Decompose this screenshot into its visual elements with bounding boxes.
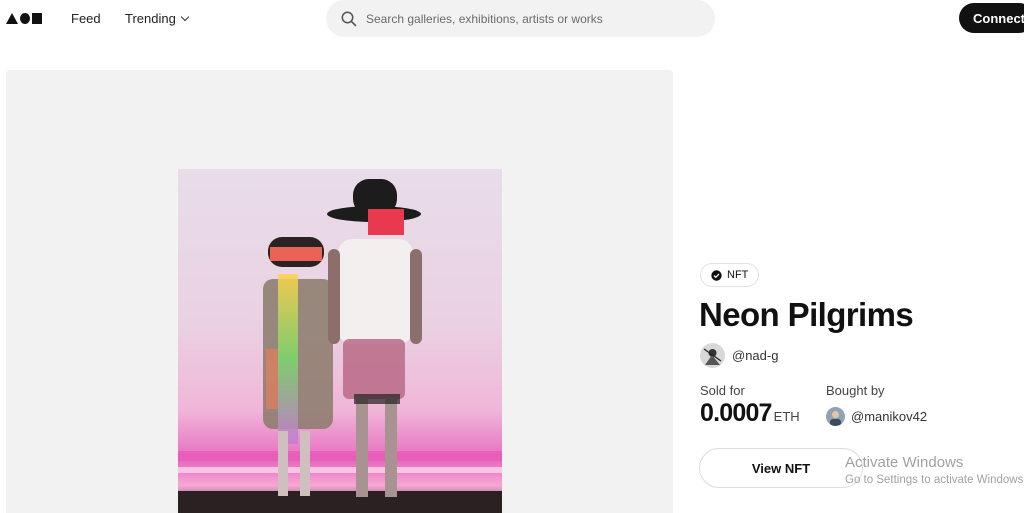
logo-triangle-shape: [6, 12, 18, 24]
buyer-avatar: [826, 407, 845, 426]
activate-windows-title: Activate Windows: [845, 454, 964, 471]
creator-handle: @nad-g: [732, 348, 779, 363]
artwork-display-panel: [6, 70, 673, 513]
bought-by-label: Bought by: [826, 383, 885, 398]
buyer-link[interactable]: @manikov42: [826, 407, 927, 426]
sold-price: 0.0007 ETH: [700, 399, 800, 428]
sold-price-value: 0.0007: [700, 399, 772, 427]
view-nft-button[interactable]: View NFT: [699, 448, 863, 488]
logo-circle-shape: [20, 12, 30, 24]
nav-feed-link[interactable]: Feed: [71, 11, 101, 26]
creator-link[interactable]: @nad-g: [700, 343, 778, 368]
creator-avatar: [700, 343, 725, 368]
aom-logo[interactable]: [6, 11, 42, 25]
nft-badge: NFT: [700, 263, 760, 287]
nav-trending-label: Trending: [125, 11, 176, 26]
artwork-image[interactable]: [178, 169, 502, 513]
sold-for-label: Sold for: [700, 383, 745, 398]
nav-trending-dropdown[interactable]: Trending: [125, 11, 190, 26]
verified-badge-icon: [711, 269, 722, 281]
activate-windows-subtitle: Go to Settings to activate Windows.: [845, 474, 1024, 486]
logo-square-shape: [32, 12, 42, 24]
nft-badge-label: NFT: [727, 269, 749, 281]
sold-price-unit: ETH: [773, 409, 800, 424]
artwork-title: Neon Pilgrims: [699, 296, 914, 333]
search-input[interactable]: [366, 11, 686, 26]
search-bar[interactable]: [326, 0, 715, 37]
search-icon: [340, 10, 358, 28]
chevron-down-icon: [180, 12, 190, 21]
connect-button[interactable]: Connect: [959, 3, 1024, 33]
buyer-handle: @manikov42: [851, 409, 928, 424]
top-nav-bar: Feed Trending Connect: [0, 0, 1024, 38]
